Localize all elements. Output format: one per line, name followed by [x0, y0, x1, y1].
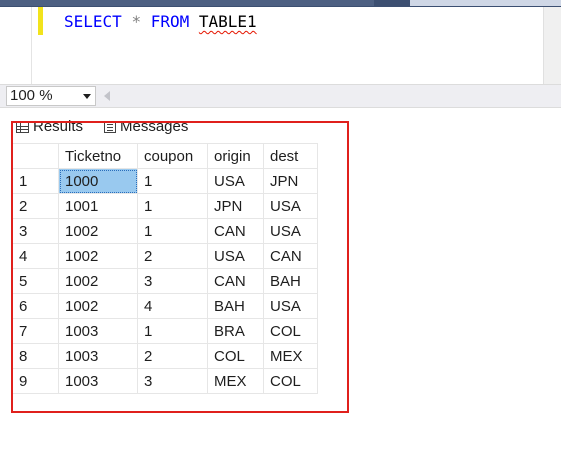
sql-keyword-from: FROM — [150, 12, 190, 31]
cell-dest[interactable]: USA — [263, 218, 318, 244]
query-tab-active[interactable] — [0, 0, 374, 6]
sql-star: * — [131, 12, 142, 31]
cell-origin[interactable]: CAN — [207, 268, 264, 294]
table-row[interactable]: 4 1002 2 USA CAN — [12, 243, 318, 269]
cell-origin[interactable]: BAH — [207, 293, 264, 319]
zoom-value: 100 % — [10, 87, 53, 104]
cell-coupon[interactable]: 2 — [137, 243, 208, 269]
row-number-cell[interactable]: 6 — [12, 293, 59, 319]
cell-dest[interactable]: COL — [263, 318, 318, 344]
change-indicator — [38, 7, 43, 35]
results-grid[interactable]: Ticketno coupon origin dest 1 1000 1 USA JPN… — [12, 143, 318, 394]
column-header[interactable]: coupon — [137, 143, 208, 169]
cell-ticketno[interactable]: 1002 — [58, 268, 138, 294]
cell-dest[interactable]: BAH — [263, 268, 318, 294]
table-row[interactable]: 1 1000 1 USA JPN — [12, 168, 318, 194]
cell-origin[interactable]: BRA — [207, 318, 264, 344]
cell-dest[interactable]: USA — [263, 193, 318, 219]
cell-coupon[interactable]: 2 — [137, 343, 208, 369]
row-number-cell[interactable]: 7 — [12, 318, 59, 344]
cell-origin[interactable]: COL — [207, 343, 264, 369]
row-number-cell[interactable]: 8 — [12, 343, 59, 369]
cell-ticketno[interactable]: 1002 — [58, 293, 138, 319]
table-row[interactable]: 5 1002 3 CAN BAH — [12, 268, 318, 294]
cell-coupon[interactable]: 4 — [137, 293, 208, 319]
cell-coupon[interactable]: 1 — [137, 193, 208, 219]
cell-coupon[interactable]: 3 — [137, 268, 208, 294]
cell-ticketno[interactable]: 1003 — [58, 368, 138, 394]
table-row[interactable]: 8 1003 2 COL MEX — [12, 343, 318, 369]
cell-coupon[interactable]: 3 — [137, 368, 208, 394]
chevron-down-icon[interactable] — [83, 94, 91, 99]
tab-results-label: Results — [33, 118, 84, 135]
row-number-cell[interactable]: 3 — [12, 218, 59, 244]
messages-icon — [104, 121, 116, 133]
cell-coupon[interactable]: 1 — [137, 168, 208, 194]
cell-ticketno[interactable]: 1002 — [58, 243, 138, 269]
row-number-cell[interactable]: 9 — [12, 368, 59, 394]
cell-dest[interactable]: COL — [263, 368, 318, 394]
table-row[interactable]: 9 1003 3 MEX COL — [12, 368, 318, 394]
cell-ticketno[interactable]: 1003 — [58, 343, 138, 369]
cell-coupon[interactable]: 1 — [137, 218, 208, 244]
table-row[interactable]: 2 1001 1 JPN USA — [12, 193, 318, 219]
row-number-cell[interactable]: 4 — [12, 243, 59, 269]
row-number-cell[interactable]: 1 — [12, 168, 59, 194]
tab-messages[interactable]: Messages — [104, 116, 188, 138]
column-header[interactable]: Ticketno — [58, 143, 138, 169]
zoom-bar: 100 % — [0, 84, 561, 108]
grid-corner-cell[interactable] — [12, 143, 59, 169]
cell-ticketno[interactable]: 1003 — [58, 318, 138, 344]
cell-origin[interactable]: MEX — [207, 368, 264, 394]
column-header[interactable]: origin — [207, 143, 264, 169]
row-number-cell[interactable]: 2 — [12, 193, 59, 219]
cell-origin[interactable]: USA — [207, 243, 264, 269]
editor-gutter — [31, 7, 32, 84]
grid-header-row: Ticketno coupon origin dest — [12, 143, 318, 169]
table-row[interactable]: 7 1003 1 BRA COL — [12, 318, 318, 344]
cell-coupon[interactable]: 1 — [137, 318, 208, 344]
cell-origin[interactable]: CAN — [207, 218, 264, 244]
cell-dest[interactable]: CAN — [263, 243, 318, 269]
grid-icon — [16, 121, 29, 133]
column-header[interactable]: dest — [263, 143, 318, 169]
row-number-cell[interactable]: 5 — [12, 268, 59, 294]
scroll-left-arrow-icon[interactable] — [104, 91, 110, 101]
cell-origin[interactable]: USA — [207, 168, 264, 194]
sql-keyword-select: SELECT — [64, 12, 122, 31]
query-editor[interactable]: SELECT * FROM TABLE1 — [0, 7, 561, 84]
cell-dest[interactable]: JPN — [263, 168, 318, 194]
cell-dest[interactable]: USA — [263, 293, 318, 319]
query-tab-other[interactable] — [410, 0, 561, 6]
tab-messages-label: Messages — [120, 118, 189, 135]
cell-origin[interactable]: JPN — [207, 193, 264, 219]
cell-ticketno[interactable]: 1001 — [58, 193, 138, 219]
results-tabs: Results Messages — [0, 108, 561, 138]
cell-ticketno[interactable]: 1002 — [58, 218, 138, 244]
table-row[interactable]: 6 1002 4 BAH USA — [12, 293, 318, 319]
cell-ticketno[interactable]: 1000 — [58, 168, 138, 194]
sql-code-line[interactable]: SELECT * FROM TABLE1 — [64, 12, 257, 32]
document-tab-strip — [0, 0, 561, 7]
table-row[interactable]: 3 1002 1 CAN USA — [12, 218, 318, 244]
zoom-dropdown[interactable]: 100 % — [6, 86, 96, 106]
editor-vertical-scrollbar[interactable] — [543, 7, 561, 84]
cell-dest[interactable]: MEX — [263, 343, 318, 369]
tab-results[interactable]: Results — [16, 116, 83, 138]
sql-table-name: TABLE1 — [198, 12, 257, 31]
